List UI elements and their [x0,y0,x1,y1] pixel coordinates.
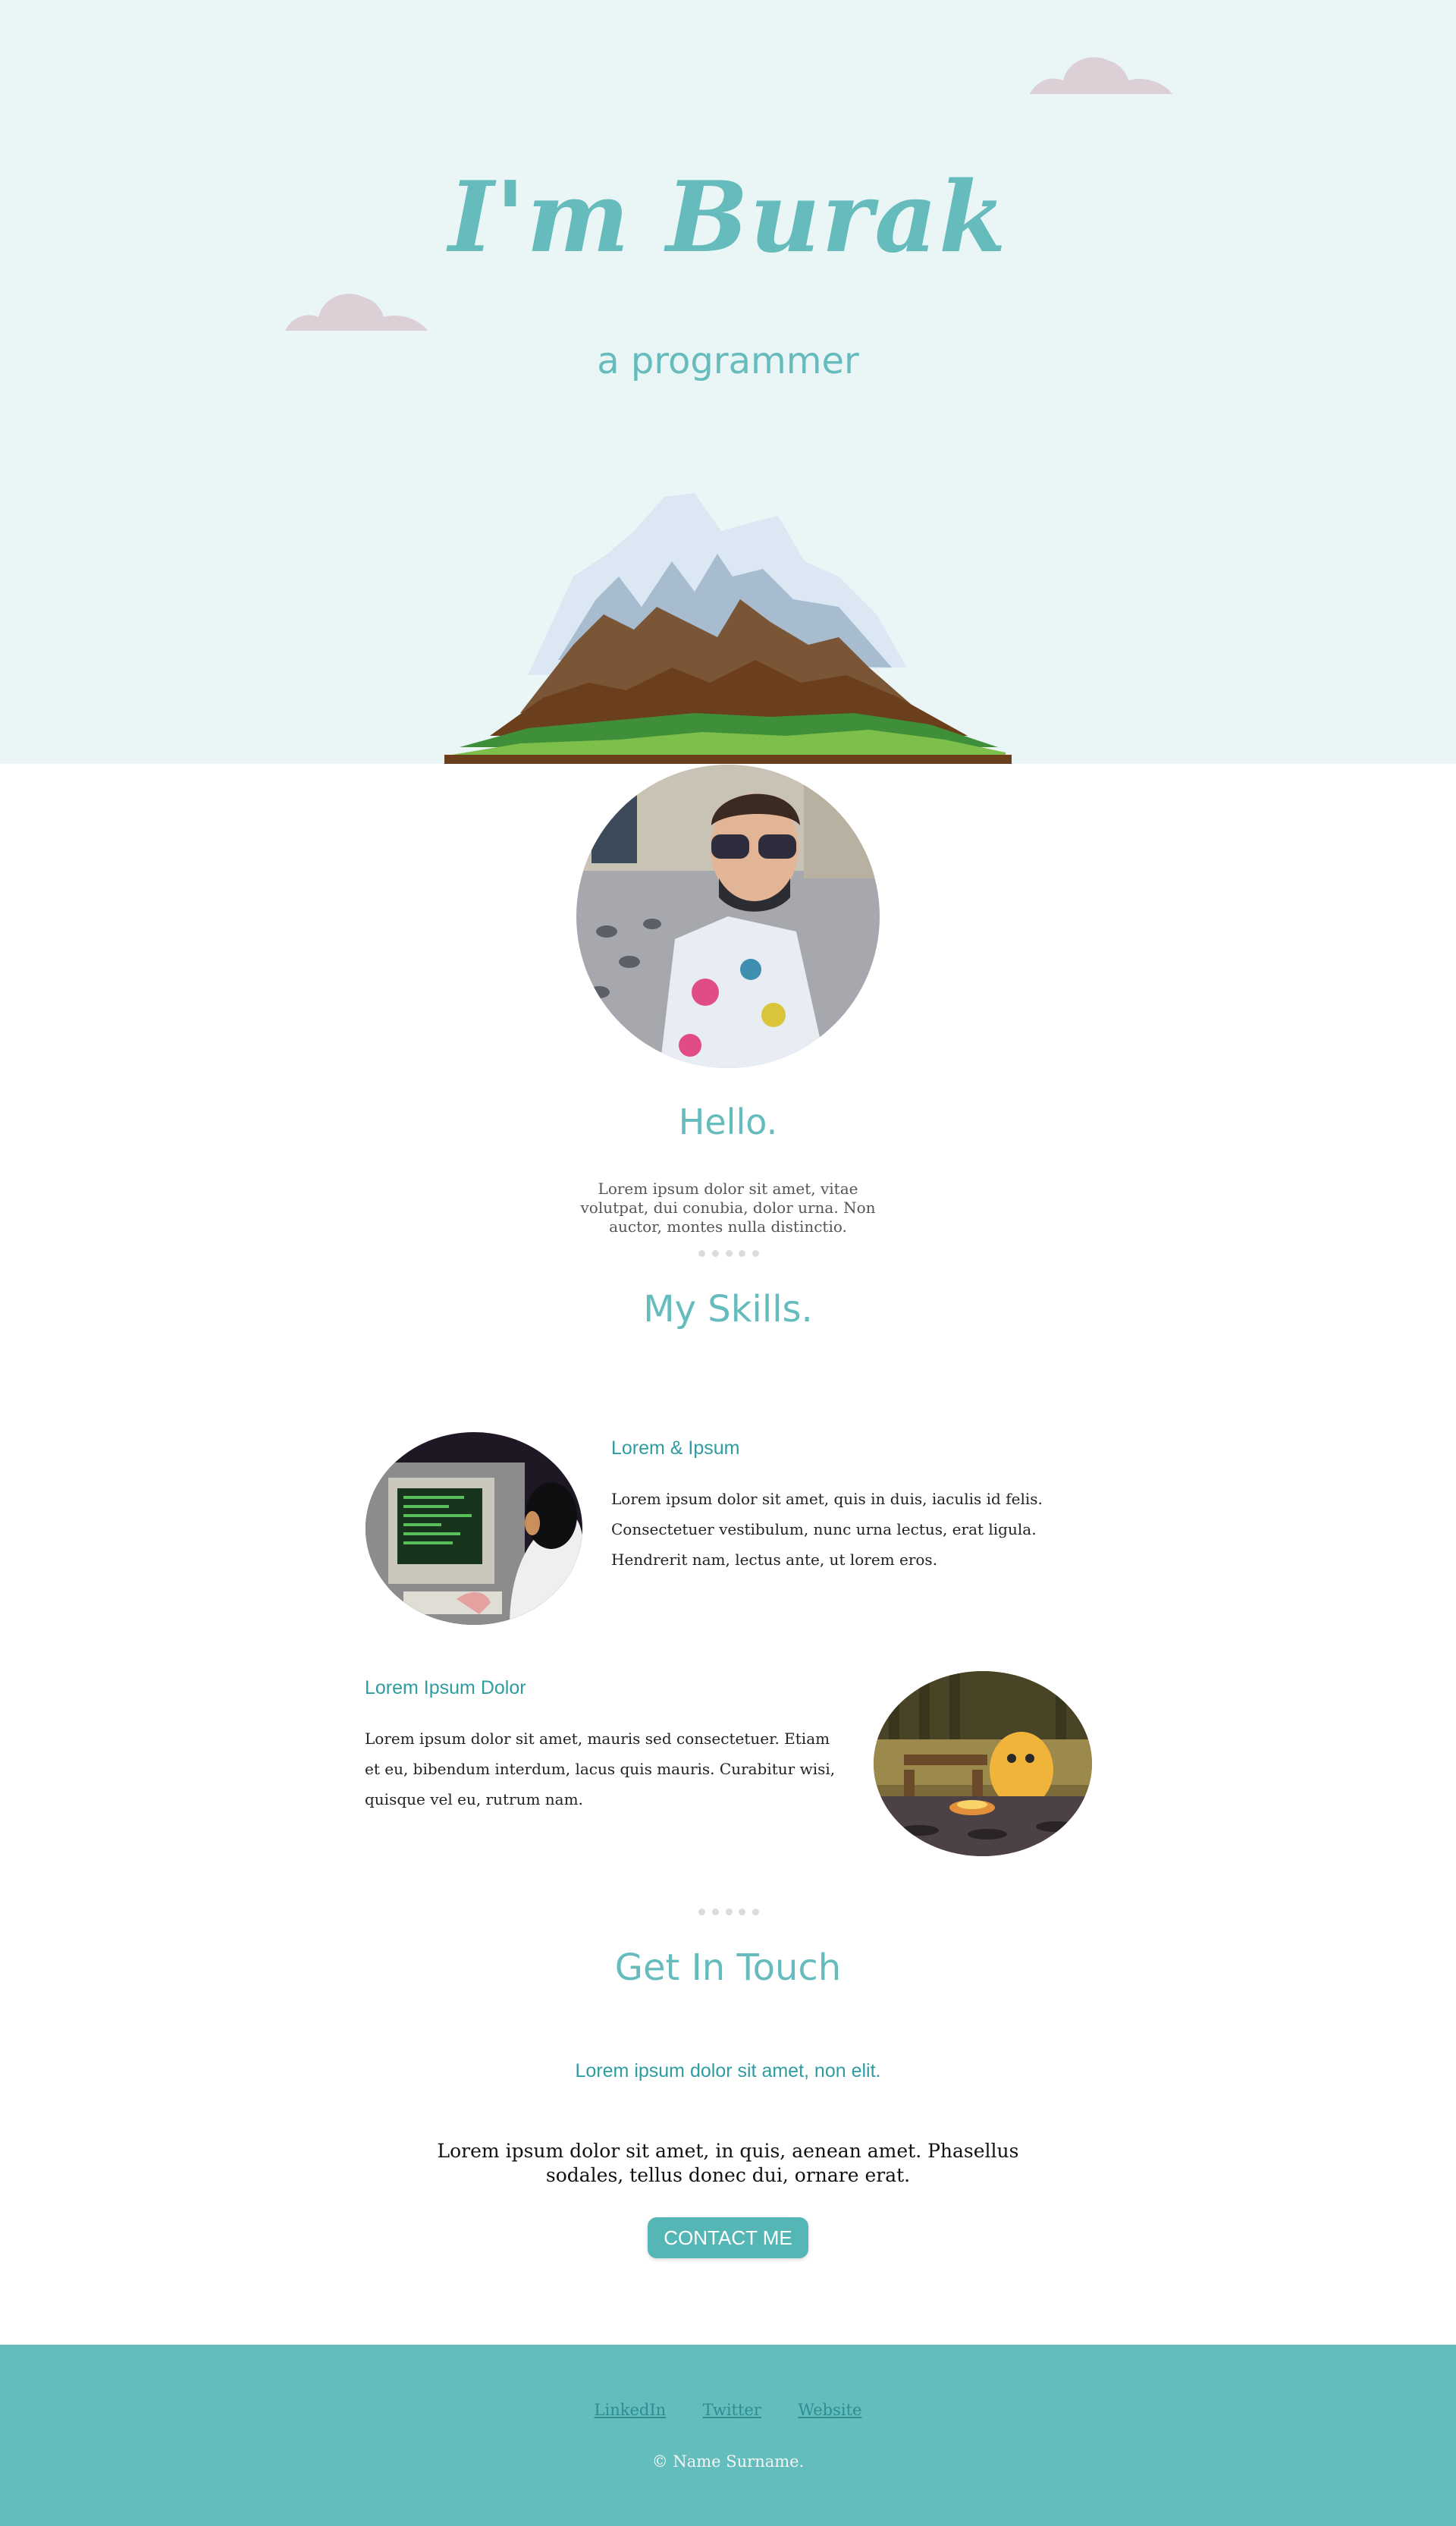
footer [0,2345,1456,2526]
mountain-illustration [444,493,1012,764]
footer-links: LinkedIn Twitter Website [0,2401,1456,2419]
contact-subheading: Lorem ipsum dolor sit amet, non elit. [575,2060,881,2081]
skill-text-2: Lorem ipsum dolor sit amet, mauris sed c… [365,1730,836,1808]
footer-link-linkedin[interactable]: LinkedIn [595,2401,667,2419]
section-divider [698,1250,759,1259]
footer-link-twitter[interactable]: Twitter [703,2401,761,2419]
hero-section: I'm Burak a programmer [0,0,1456,764]
footer-link-website[interactable]: Website [798,2401,861,2419]
copyright: © Name Surname. [651,2452,805,2471]
skill-image-jake [874,1671,1092,1856]
section-divider [698,1909,759,1918]
contact-heading: Get In Touch [614,1946,842,1989]
skills-heading: My Skills. [643,1288,813,1331]
skill-image-programmer [366,1432,582,1625]
skill-title-1: Lorem & Ipsum [611,1437,740,1459]
skill-text-1: Lorem ipsum dolor sit amet, quis in duis… [611,1490,1043,1569]
cloud-icon [285,294,428,331]
profile-photo [576,765,880,1068]
about-text: Lorem ipsum dolor sit amet, vitae volutp… [580,1180,876,1236]
contact-text: Lorem ipsum dolor sit amet, in quis, aen… [437,2140,1019,2186]
skill-title-2: Lorem Ipsum Dolor [365,1677,526,1698]
about-heading: Hello. [678,1101,778,1142]
hero-subtitle: a programmer [597,340,859,382]
cloud-icon [1030,57,1172,94]
contact-me-button[interactable]: CONTACT ME [648,2217,808,2258]
hero-title: I'm Burak [448,161,1008,275]
